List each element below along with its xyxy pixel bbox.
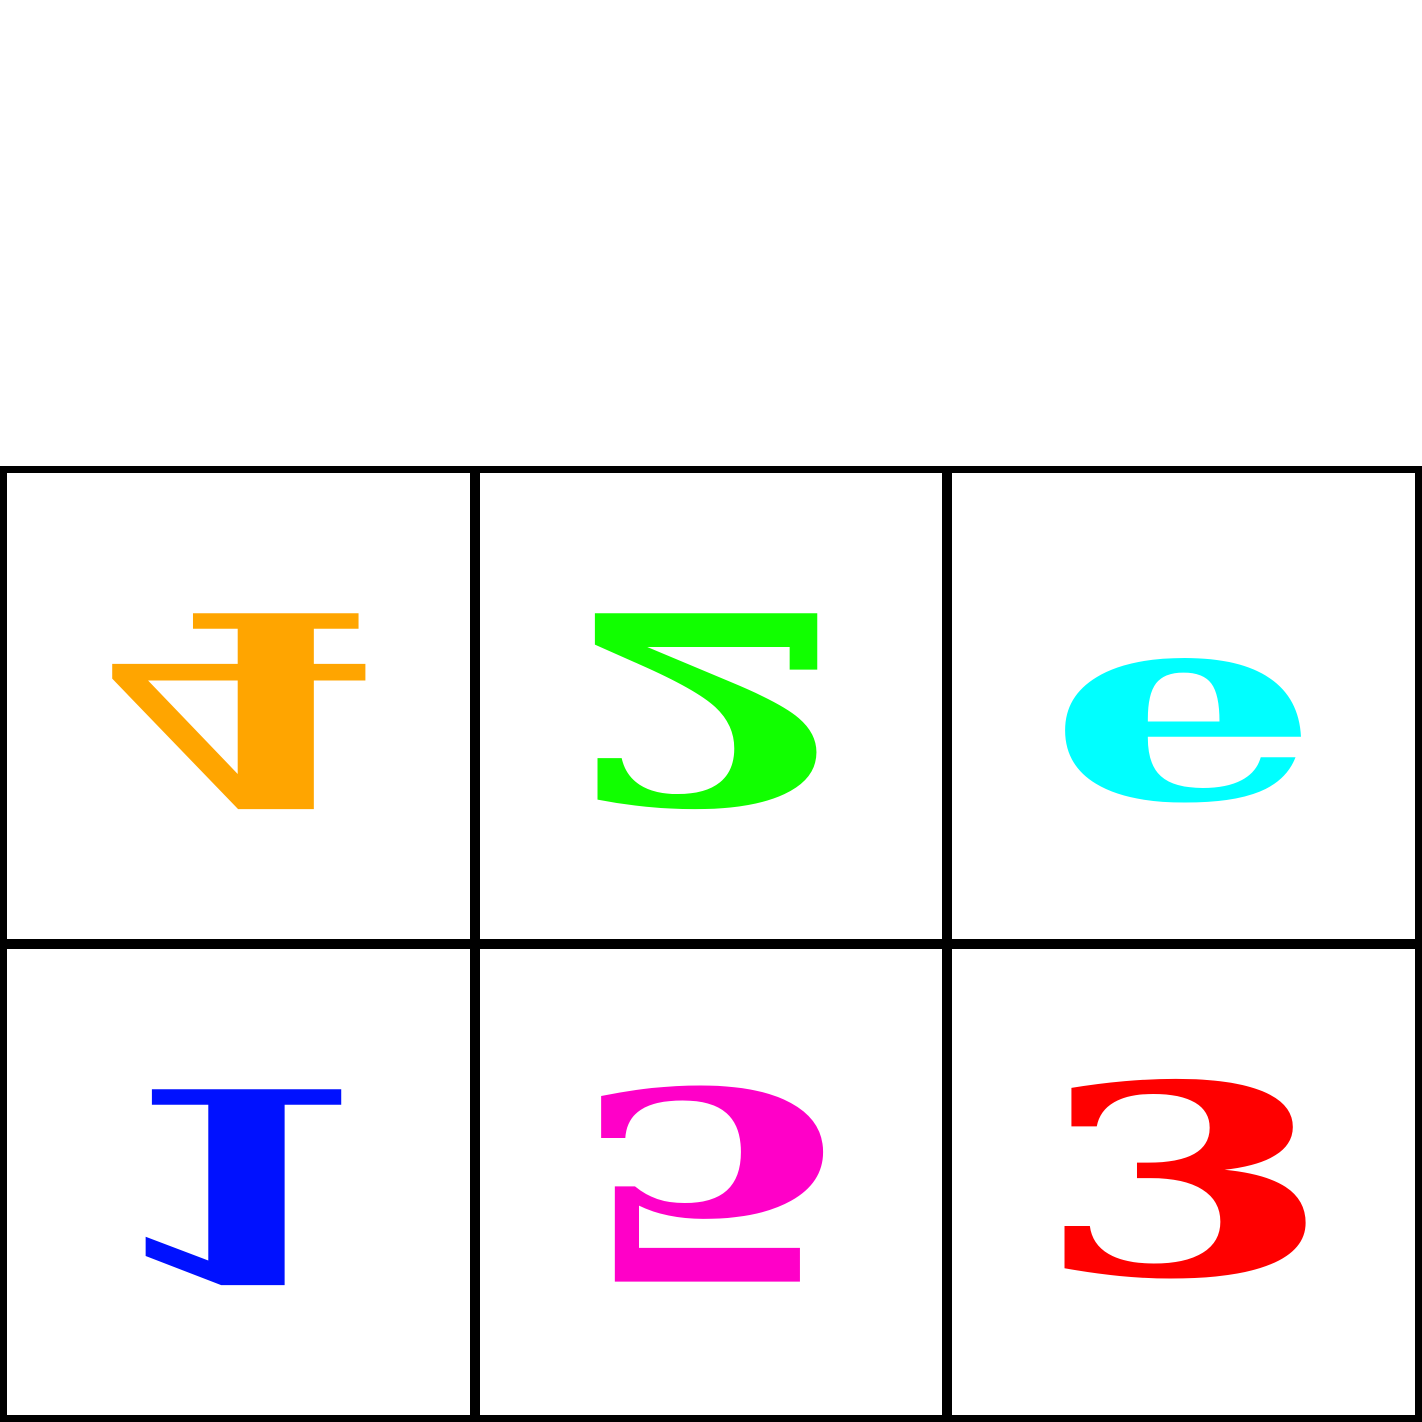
grid-cell[interactable]: 4 (7, 473, 470, 939)
grid-cell[interactable]: e (952, 473, 1415, 939)
blank-area (0, 0, 1422, 466)
digit-4: 4 (94, 550, 382, 862)
digit-e: e (1047, 550, 1321, 862)
digit-glyph: 1 (7, 949, 470, 1415)
digit-grid: 4 2 e 1 5 3 (0, 466, 1422, 1422)
digit-glyph: 3 (952, 949, 1415, 1415)
grid-cell[interactable]: 5 (479, 949, 943, 1415)
digit-glyph: 4 (7, 473, 470, 939)
digit-glyph: 5 (480, 949, 943, 1415)
digit-glyph: 2 (480, 473, 943, 939)
digit-3: 3 (1034, 1026, 1333, 1338)
digit-1: 1 (94, 1026, 382, 1338)
grid-cell[interactable]: 3 (952, 949, 1415, 1415)
digit-glyph: e (952, 473, 1415, 939)
grid-cell[interactable]: 1 (7, 949, 470, 1415)
digit-2: 2 (567, 550, 855, 862)
digit-5: 5 (567, 1026, 855, 1338)
grid-cell[interactable]: 2 (479, 473, 943, 939)
